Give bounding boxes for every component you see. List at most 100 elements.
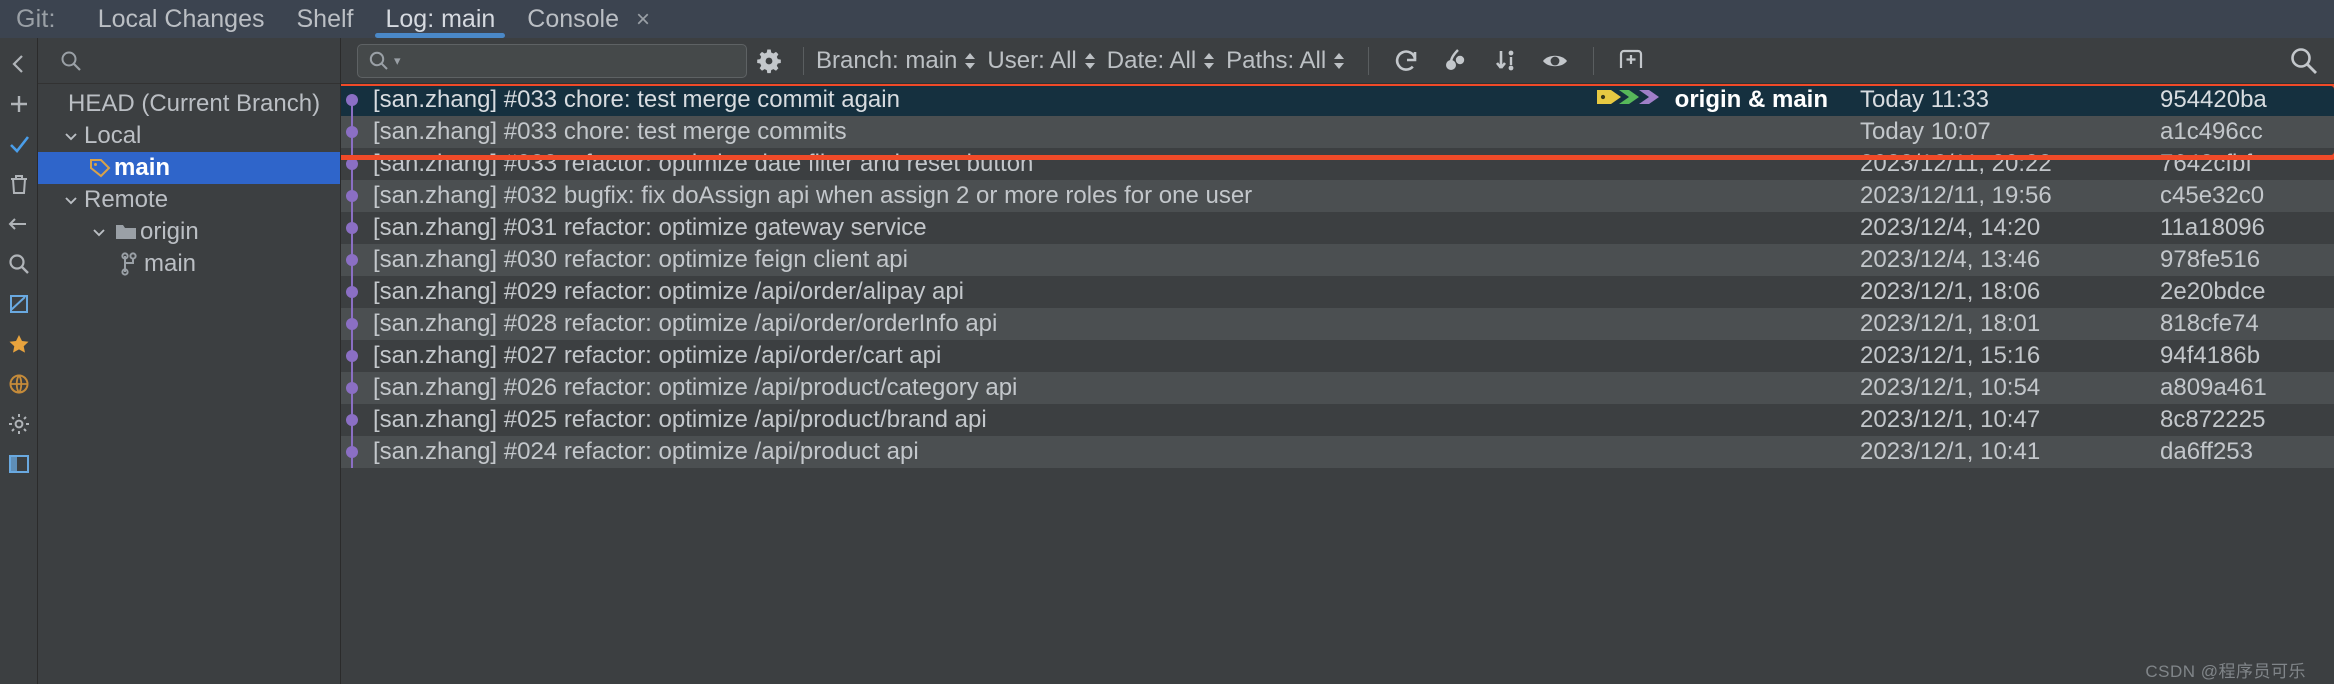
commit-graph-cell — [341, 244, 363, 276]
tree-item-local-label: Local — [84, 122, 142, 149]
commit-search-input[interactable]: ▾ — [357, 43, 747, 78]
user-filter[interactable]: User: All — [987, 47, 1096, 75]
commit-row[interactable]: [san.zhang] #032 bugfix: fix doAssign ap… — [341, 180, 2334, 212]
search-icon[interactable] — [2, 244, 36, 284]
graph-commit-node — [346, 190, 358, 202]
revert-icon[interactable] — [2, 204, 36, 244]
graph-commit-node — [346, 382, 358, 394]
commit-graph-cell — [341, 148, 363, 180]
commit-row[interactable]: [san.zhang] #033 chore: test merge commi… — [341, 84, 2334, 116]
tab-shelf[interactable]: Shelf — [281, 0, 370, 38]
commit-row[interactable]: [san.zhang] #031 refactor: optimize gate… — [341, 212, 2334, 244]
tab-console[interactable]: Console × — [511, 0, 666, 38]
toolbar-separator — [803, 46, 804, 75]
tab-local-changes[interactable]: Local Changes — [82, 0, 281, 38]
commit-subject: [san.zhang] #029 refactor: optimize /api… — [373, 278, 965, 305]
tab-console-label: Console — [527, 5, 620, 33]
globe-icon[interactable] — [2, 364, 36, 404]
commit-refs[interactable]: origin & main — [1595, 84, 1828, 117]
git-tool-window-tabbar: Git: Local Changes Shelf Log: main Conso… — [0, 0, 2334, 38]
chevron-updown-icon — [963, 51, 977, 71]
commit-graph-cell — [341, 372, 363, 404]
graph-commit-node — [346, 350, 358, 362]
global-search-button[interactable] — [2274, 44, 2334, 78]
favorites-icon[interactable] — [2, 324, 36, 364]
commit-date: 2023/12/11, 20:22 — [1860, 150, 2052, 177]
commit-date: 2023/12/4, 13:46 — [1860, 246, 2041, 273]
date-filter[interactable]: Date: All — [1107, 47, 1216, 75]
branch-filter-label: Branch: main — [816, 46, 958, 74]
settings-icon[interactable] — [2, 404, 36, 444]
tree-item-local-main[interactable]: main — [38, 152, 340, 184]
commit-row[interactable]: [san.zhang] #025 refactor: optimize /api… — [341, 404, 2334, 436]
commit-graph-cell — [341, 340, 363, 372]
graph-commit-node — [346, 254, 358, 266]
tree-item-origin[interactable]: origin — [38, 216, 340, 248]
tree-item-origin-label: origin — [140, 218, 199, 245]
commit-hash: 818cfe74 — [2160, 310, 2259, 337]
commit-hash: a1c496cc — [2160, 118, 2263, 145]
watermark: CSDN @程序员可乐 — [2145, 662, 2306, 681]
chevron-updown-icon — [1332, 51, 1346, 71]
new-tab-button[interactable] — [1606, 46, 1656, 76]
commit-subject: [san.zhang] #031 refactor: optimize gate… — [373, 214, 927, 241]
diff-icon[interactable] — [2, 284, 36, 324]
checkmark-icon[interactable] — [2, 124, 36, 164]
add-icon[interactable] — [2, 84, 36, 124]
tab-shelf-label: Shelf — [296, 5, 354, 33]
branch-filter-search[interactable] — [38, 38, 340, 84]
toolbar-separator — [1593, 46, 1595, 75]
paths-filter-label: Paths: All — [1226, 46, 1327, 74]
window-icon[interactable] — [2, 444, 36, 484]
cherry-pick-button[interactable] — [1431, 46, 1481, 76]
graph-commit-node — [346, 126, 358, 138]
paths-filter[interactable]: Paths: All — [1226, 47, 1346, 75]
tree-item-local[interactable]: Local — [38, 120, 340, 152]
commit-row[interactable]: [san.zhang] #027 refactor: optimize /api… — [341, 340, 2334, 372]
graph-commit-node — [346, 94, 358, 106]
commit-row[interactable]: [san.zhang] #033 chore: test merge commi… — [341, 116, 2334, 148]
chevron-updown-icon — [1083, 51, 1097, 71]
commit-graph-cell — [341, 276, 363, 308]
refresh-icon — [1396, 49, 1417, 71]
tree-item-origin-main[interactable]: main — [38, 248, 340, 280]
tab-log-main-label: Log: main — [385, 5, 496, 33]
commit-subject: [san.zhang] #033 refactor: optimize date… — [373, 150, 1034, 177]
delete-icon[interactable] — [2, 164, 36, 204]
commit-row[interactable]: [san.zhang] #030 refactor: optimize feig… — [341, 244, 2334, 276]
commit-date: 2023/12/11, 19:56 — [1860, 182, 2052, 209]
chevron-down-icon[interactable]: ▾ — [394, 53, 401, 69]
collapse-left-icon[interactable] — [2, 44, 36, 84]
commit-row[interactable]: [san.zhang] #028 refactor: optimize /api… — [341, 308, 2334, 340]
commit-hash: a809a461 — [2160, 374, 2267, 401]
commit-row[interactable]: [san.zhang] #029 refactor: optimize /api… — [341, 276, 2334, 308]
commit-date: 2023/12/1, 15:16 — [1860, 342, 2041, 369]
graph-commit-node — [346, 286, 358, 298]
commit-date: 2023/12/1, 10:47 — [1860, 406, 2041, 433]
close-icon[interactable]: × — [636, 6, 650, 33]
branch-filter[interactable]: Branch: main — [816, 47, 977, 75]
commit-subject: [san.zhang] #028 refactor: optimize /api… — [373, 310, 998, 337]
search-icon — [61, 51, 81, 71]
commit-row[interactable]: [san.zhang] #026 refactor: optimize /api… — [341, 372, 2334, 404]
tab-log-main[interactable]: Log: main — [369, 0, 511, 38]
commit-row[interactable]: [san.zhang] #033 refactor: optimize date… — [341, 148, 2334, 180]
commit-hash: 7642cfbf — [2160, 150, 2253, 177]
refresh-button[interactable] — [1381, 46, 1431, 76]
tree-item-head[interactable]: HEAD (Current Branch) — [38, 88, 340, 120]
user-filter-label: User: All — [987, 46, 1077, 74]
commit-row[interactable]: [san.zhang] #024 refactor: optimize /api… — [341, 436, 2334, 468]
commit-graph-cell — [341, 180, 363, 212]
show-details-button[interactable] — [1531, 46, 1581, 76]
commit-hash: 8c872225 — [2160, 406, 2266, 433]
tag-icon — [86, 156, 114, 180]
commit-hash: da6ff253 — [2160, 438, 2253, 465]
tree-item-remote[interactable]: Remote — [38, 184, 340, 216]
commit-list[interactable]: [san.zhang] #033 chore: test merge commi… — [341, 84, 2334, 684]
tabbar-title: Git: — [16, 4, 56, 33]
sort-button[interactable] — [1481, 46, 1531, 76]
commit-hash: c45e32c0 — [2160, 182, 2265, 209]
tab-local-changes-label: Local Changes — [97, 5, 265, 33]
log-settings-button[interactable] — [747, 46, 791, 76]
tree-item-remote-label: Remote — [84, 186, 169, 213]
